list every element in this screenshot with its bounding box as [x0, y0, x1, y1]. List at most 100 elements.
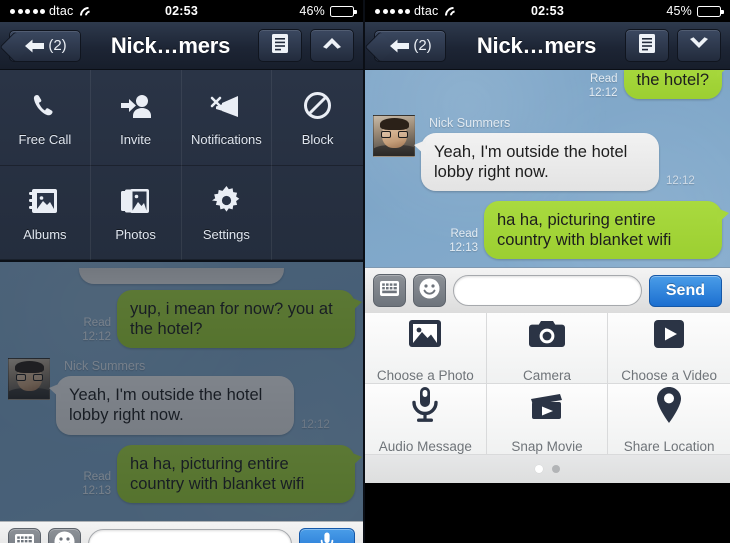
message-bubble[interactable]: ha ha, picturing entire country with bla… — [484, 201, 729, 260]
message-timestamp: 12:13 — [449, 241, 478, 254]
menu-list-button[interactable] — [625, 29, 669, 62]
avatar[interactable] — [373, 114, 415, 157]
clipped-bubble-above — [79, 268, 284, 284]
status-bar: dtac 02:53 45% — [365, 0, 730, 22]
page-title: Nick…mers — [110, 32, 231, 58]
attachment-snap-movie[interactable]: Snap Movie — [486, 384, 609, 456]
emoji-button[interactable] — [413, 274, 446, 308]
play-video-icon — [652, 313, 686, 355]
message-status: Read 12:13 — [449, 227, 478, 256]
messages-container: Read 12:12 the hotel? Nick Summers Yeah,… — [365, 70, 730, 267]
message-input-bar — [0, 520, 363, 543]
sender-name: Nick Summers — [429, 115, 511, 130]
nav-right-buttons — [258, 29, 354, 62]
incoming-message-column: Nick Summers Yeah, I'm outside the hotel… — [49, 358, 330, 435]
phone-icon — [30, 89, 60, 123]
back-unread-count: (2) — [413, 37, 432, 54]
attachment-label: Choose a Photo — [376, 368, 474, 384]
keyboard-toggle-button[interactable] — [8, 527, 41, 543]
attachment-label: Share Location — [623, 439, 715, 455]
smiley-icon — [54, 531, 75, 543]
menu-item-label: Photos — [115, 226, 156, 242]
message-bubble[interactable]: Yeah, I'm outside the hotel lobby right … — [414, 132, 659, 191]
map-pin-icon — [655, 384, 683, 426]
avatar[interactable] — [8, 358, 50, 401]
left-phone-screen: dtac 02:53 46% (2) Nick…mers Free Call I… — [0, 0, 365, 543]
panel-toggle-button[interactable] — [677, 29, 721, 62]
menu-item-invite[interactable]: Invite — [90, 70, 182, 166]
read-receipt-label: Read — [83, 471, 112, 483]
microphone-icon — [320, 532, 334, 543]
right-phone-screen: dtac 02:53 45% (2) Nick…mers Read 12:12 … — [365, 0, 730, 543]
read-receipt-label: Read — [450, 227, 479, 240]
message-bubble[interactable]: the hotel? — [623, 70, 730, 100]
message-row-incoming: Nick Summers Yeah, I'm outside the hotel… — [8, 358, 355, 435]
dual-phone-screenshot: dtac 02:53 46% (2) Nick…mers Free Call I… — [0, 0, 730, 543]
chat-message-list[interactable]: Read 12:12 yup, i mean for now? you at t… — [0, 262, 363, 521]
attachment-label: Camera — [522, 368, 571, 384]
send-button[interactable]: Send — [648, 274, 722, 307]
menu-item-free-call[interactable]: Free Call — [0, 70, 91, 166]
gear-icon — [211, 184, 241, 218]
page-dot[interactable] — [552, 465, 560, 474]
arrow-left-icon — [388, 38, 412, 54]
menu-item-block[interactable]: Block — [272, 70, 363, 166]
attachment-camera[interactable]: Camera — [486, 313, 609, 385]
status-bar-clock: 02:53 — [531, 4, 564, 18]
chat-message-list[interactable]: Read 12:12 the hotel? Nick Summers Yeah,… — [365, 70, 730, 268]
page-dot-active[interactable] — [535, 465, 543, 474]
status-bar-clock: 02:53 — [165, 4, 198, 18]
clapperboard-icon — [528, 384, 566, 426]
battery-icon — [330, 5, 357, 17]
read-receipt-label: Read — [590, 73, 618, 85]
keyboard-toggle-button[interactable] — [373, 274, 406, 308]
menu-item-settings[interactable]: Settings — [181, 166, 273, 260]
photo-icon — [406, 313, 444, 355]
incoming-message-column: Nick Summers Yeah, I'm outside the hotel… — [414, 115, 695, 191]
message-timestamp: 12:12 — [82, 330, 111, 343]
panel-toggle-button[interactable] — [310, 29, 354, 62]
attachment-audio-message[interactable]: Audio Message — [365, 384, 487, 456]
photo-album-icon — [29, 184, 60, 218]
menu-item-label: Albums — [23, 226, 67, 242]
message-input-field[interactable] — [88, 528, 292, 543]
menu-item-label: Block — [301, 131, 334, 147]
message-row-outgoing: Read 12:13 ha ha, picturing entire count… — [8, 444, 362, 503]
status-bar: dtac 02:53 46% — [0, 0, 363, 22]
menu-item-notifications[interactable]: Notifications — [181, 70, 273, 166]
menu-item-label: Notifications — [190, 131, 262, 147]
attachment-choose-a-photo[interactable]: Choose a Photo — [365, 313, 487, 385]
attachment-page-indicator[interactable] — [365, 455, 730, 484]
messages-container: Read 12:12 yup, i mean for now? you at t… — [0, 262, 363, 521]
back-button[interactable]: (2) — [9, 29, 81, 62]
chevron-down-icon — [688, 36, 710, 55]
message-bubble[interactable]: yup, i mean for now? you at the hotel? — [117, 290, 362, 349]
menu-item-photos[interactable]: Photos — [90, 166, 182, 260]
chevron-up-icon — [321, 36, 343, 55]
message-timestamp: 12:12 — [666, 175, 695, 187]
message-bubble[interactable]: ha ha, picturing entire country with bla… — [117, 444, 362, 503]
voice-message-button[interactable] — [299, 528, 355, 543]
message-status: Read 12:13 — [82, 470, 111, 499]
microphone-icon — [410, 384, 440, 426]
message-input-field[interactable] — [453, 275, 642, 307]
attachment-share-location[interactable]: Share Location — [608, 384, 730, 456]
attachment-panel: Choose a Photo Camera Choose a Video Aud… — [365, 313, 730, 484]
person-add-icon — [120, 89, 152, 123]
list-lines-icon — [639, 33, 655, 58]
sender-name: Nick Summers — [64, 359, 146, 374]
attachment-label: Choose a Video — [621, 368, 718, 384]
nav-bar: (2) Nick…mers — [365, 22, 730, 70]
menu-item-label: Free Call — [18, 131, 72, 147]
block-icon — [303, 89, 332, 123]
menu-list-button[interactable] — [258, 29, 302, 62]
emoji-button[interactable] — [48, 527, 81, 543]
nav-right-buttons — [625, 29, 721, 62]
attachment-choose-a-video[interactable]: Choose a Video — [608, 313, 730, 385]
smiley-icon — [419, 278, 440, 304]
message-bubble[interactable]: Yeah, I'm outside the hotel lobby right … — [49, 376, 294, 435]
message-timestamp: 12:12 — [588, 87, 618, 100]
back-button[interactable]: (2) — [374, 29, 446, 62]
menu-item-albums[interactable]: Albums — [0, 166, 91, 260]
message-row-incoming: Nick Summers Yeah, I'm outside the hotel… — [373, 114, 722, 191]
